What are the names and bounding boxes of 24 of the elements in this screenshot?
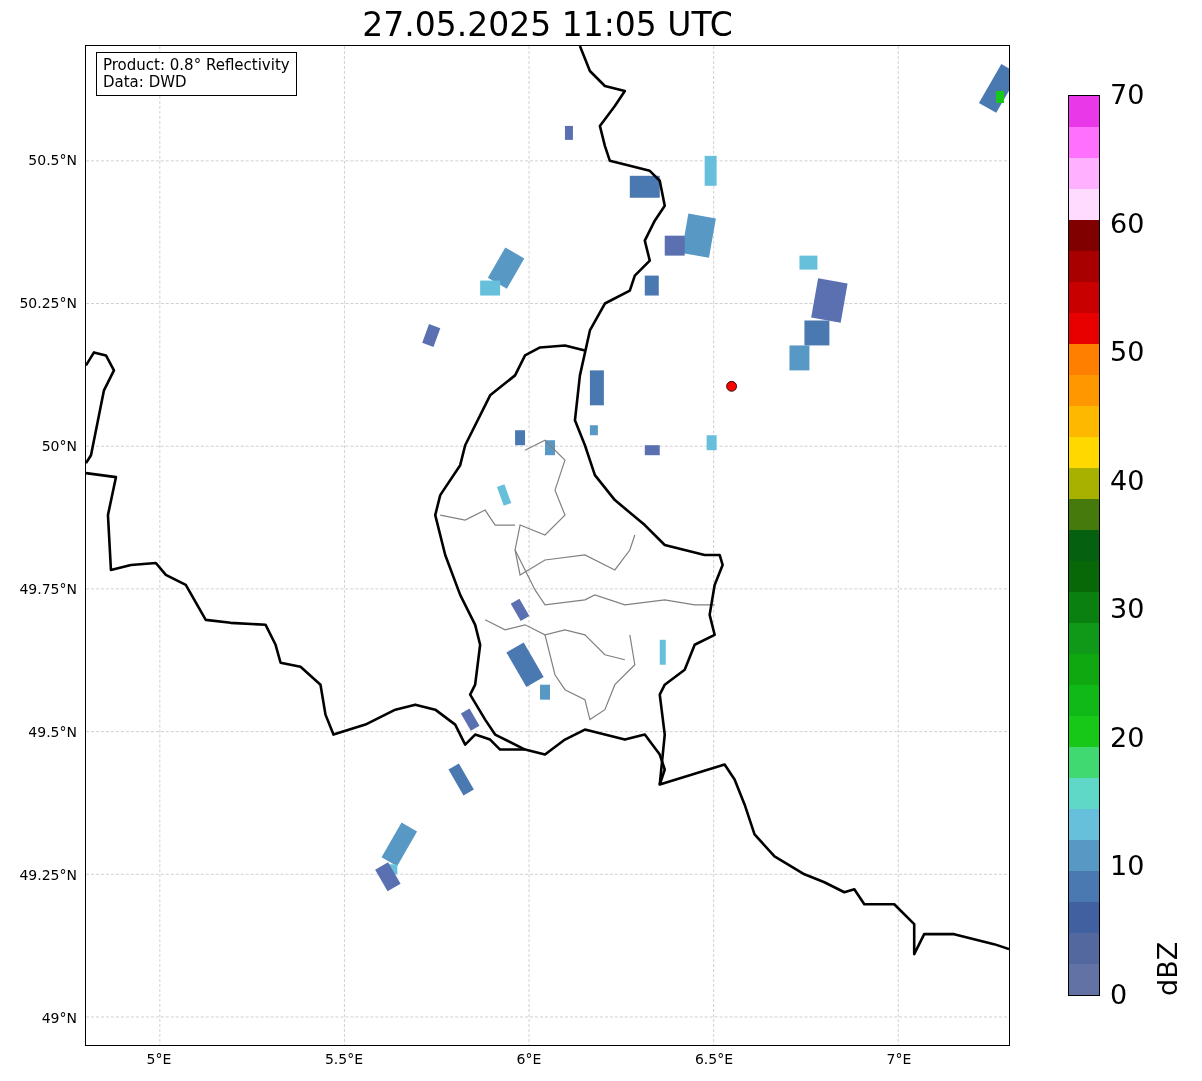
latitude-tick-label: 49.75°N	[19, 581, 77, 597]
latitude-tick-label: 49°N	[41, 1010, 77, 1026]
latitude-tick-label: 49.25°N	[19, 867, 77, 883]
longitude-tick-label: 6°E	[516, 1051, 542, 1067]
colorbar-tick-label: 40	[1110, 465, 1145, 496]
colorbar-tick-label: 50	[1110, 337, 1145, 368]
longitude-tick-label: 5°E	[146, 1051, 172, 1067]
longitude-tick-label: 7°E	[886, 1051, 912, 1067]
longitude-tick-label: 5.5°E	[324, 1051, 364, 1067]
info-text: Data: DWD	[103, 74, 188, 91]
info-text: Product: 0.8° Reflectivity	[103, 57, 290, 74]
colorbar-tick-label: 60	[1110, 208, 1145, 239]
colorbar-tick-label: 20	[1110, 722, 1145, 753]
colorbar-label: dBZ	[1152, 940, 1183, 996]
latitude-tick-label: 50.5°N	[28, 152, 77, 168]
longitude-tick-label: 6.5°E	[694, 1051, 734, 1067]
latitude-tick-label: 50.25°N	[19, 295, 77, 311]
colorbar-tick-label: 30	[1110, 594, 1145, 625]
colorbar-tick-label: 70	[1110, 80, 1145, 110]
latitude-tick-label: 49.5°N	[28, 724, 77, 740]
chart-title: 27.05.2025 11:05 UTC	[361, 4, 734, 45]
colorbar-tick-label: 10	[1110, 851, 1145, 882]
latitude-tick-label: 50°N	[41, 438, 77, 454]
colorbar-tick-label: 0	[1110, 980, 1128, 1010]
